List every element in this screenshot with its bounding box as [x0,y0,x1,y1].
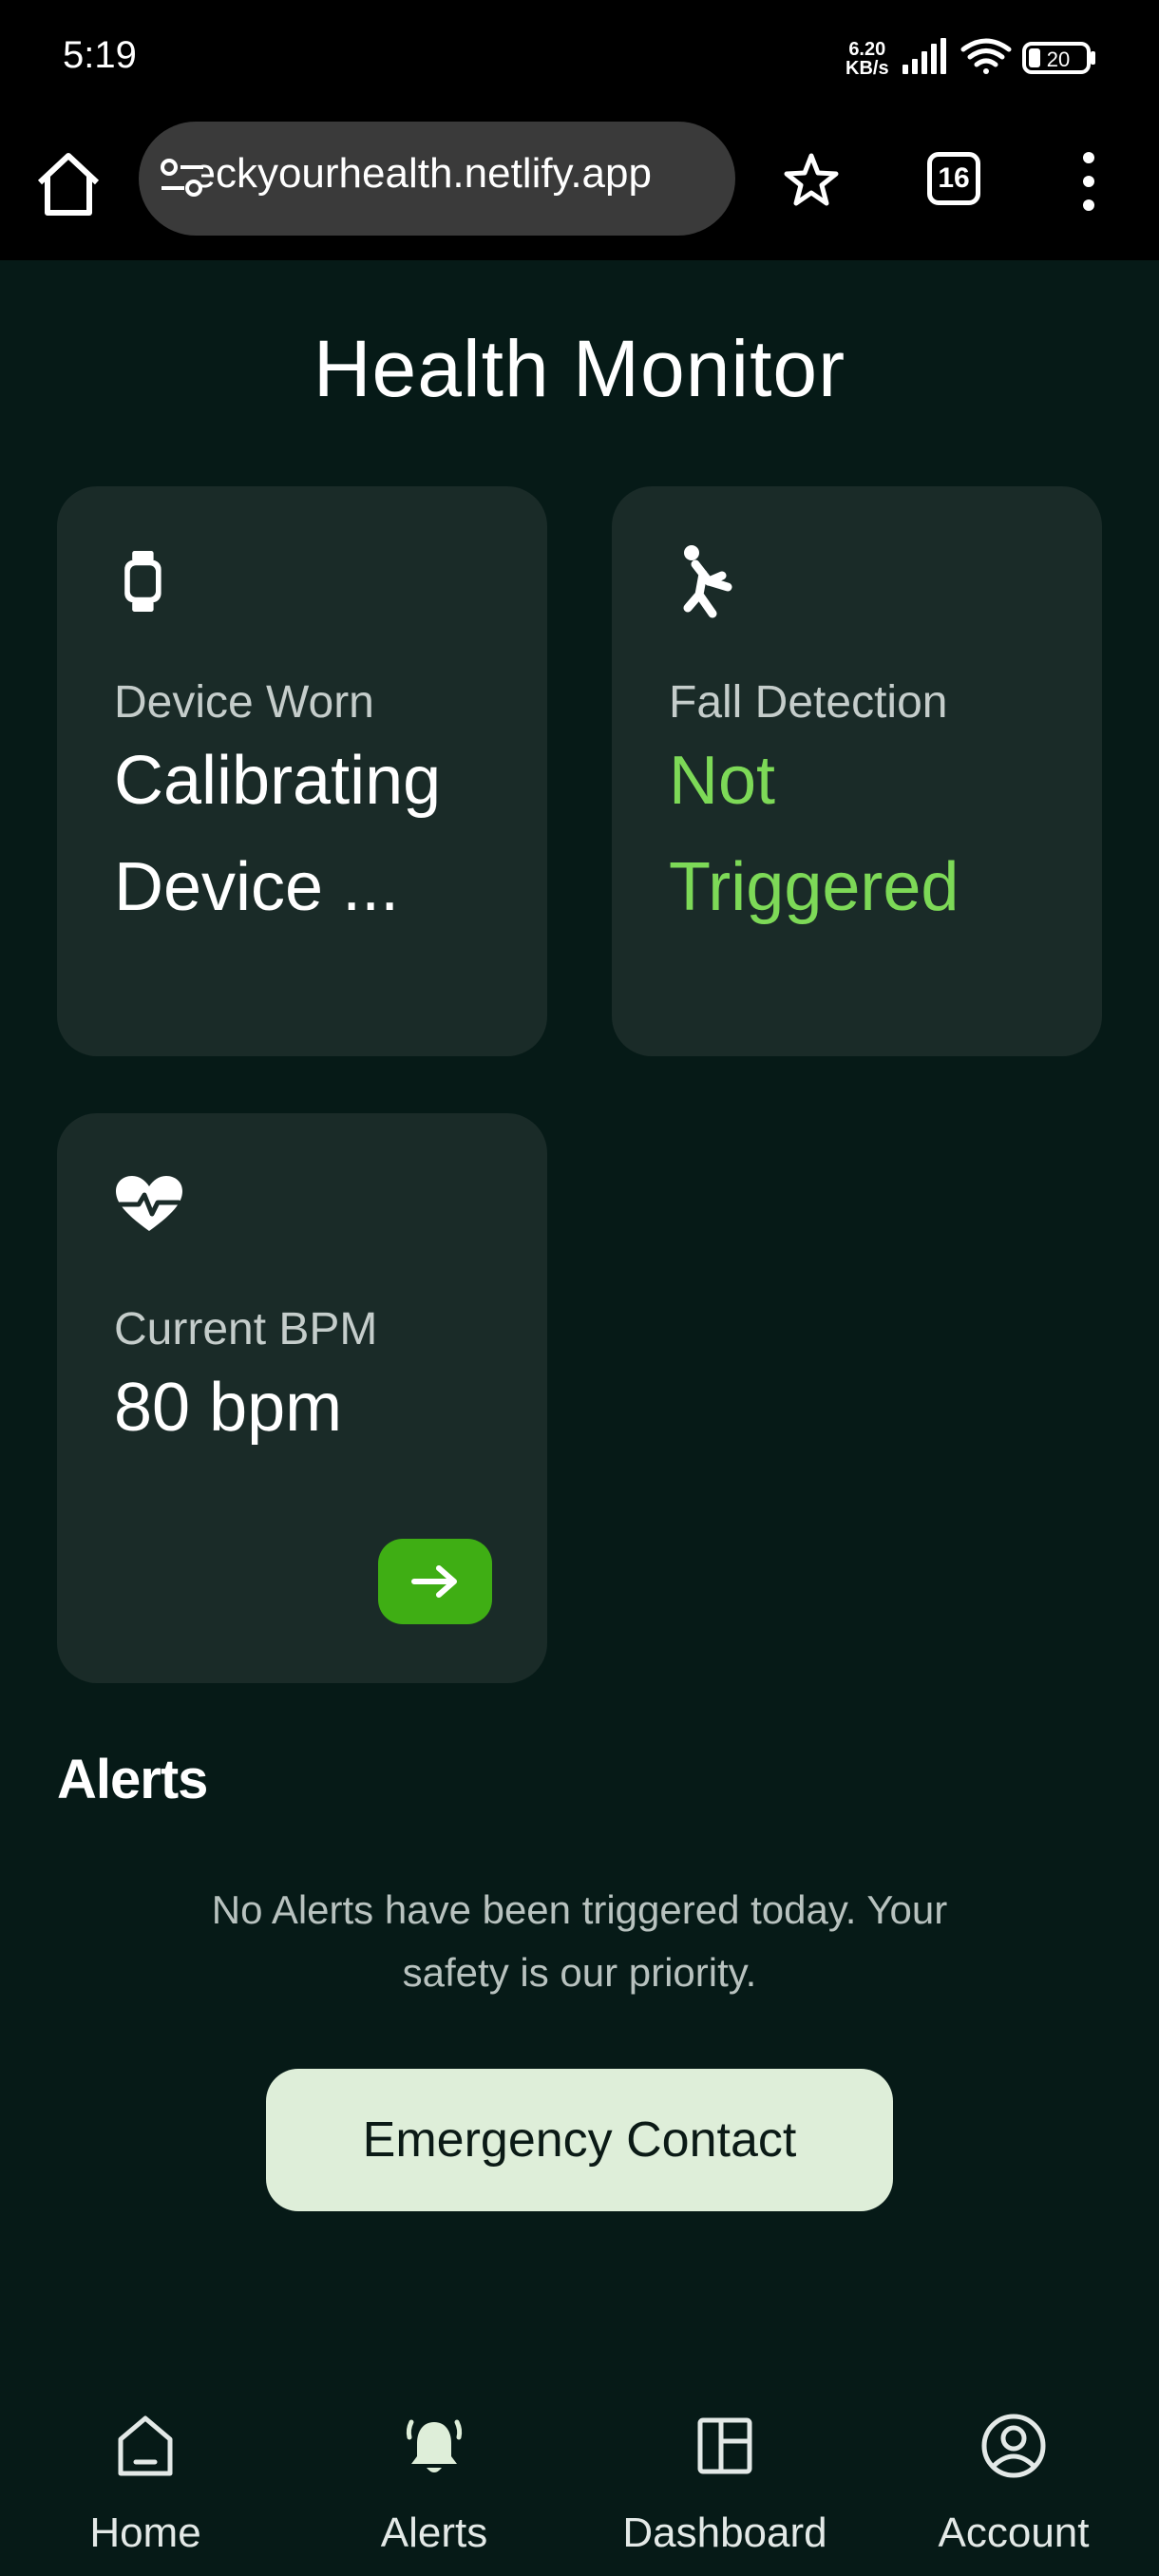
status-icons: 20 [901,36,1119,85]
wifi-icon [960,38,1012,74]
nav-item-dashboard[interactable]: Dashboard [606,2403,844,2576]
fall-detection-label: Fall Detection [669,677,948,728]
nav-label-alerts: Alerts [380,2510,488,2556]
url-text: checkyourhealth.netlify.app [201,150,652,197]
current-bpm-card: Current BPM 80 bpm [57,1113,547,1683]
fall-detection-value-line2: Triggered [669,849,960,925]
bell-ringing-icon [406,2419,463,2472]
bottom-nav: Home Alerts Dashboard Account [0,2403,1159,2576]
arrow-right-icon [411,1565,457,1598]
nav-label-home: Home [89,2510,201,2556]
watch-icon [124,551,162,612]
alerts-message-line1: No Alerts have been triggered today. You… [211,1887,948,1932]
network-speed-value: 6.20 [848,39,886,60]
tab-switcher-button[interactable]: 16 [927,152,980,205]
heart-pulse-icon [116,1176,182,1231]
falling-person-icon [683,545,732,618]
alerts-heading: Alerts [57,1749,208,1810]
url-bar[interactable]: checkyourhealth.netlify.app [139,122,735,236]
page-title: Health Monitor [313,324,846,413]
nav-item-alerts[interactable]: Alerts [315,2403,553,2576]
more-vertical-icon [1083,152,1094,211]
signal-icon [902,38,946,74]
network-speed-unit: KB/s [846,58,889,79]
fall-detection-card: Fall Detection Not Triggered [612,486,1102,1056]
device-worn-label: Device Worn [114,677,374,728]
network-speed: 6.20 KB/s [846,40,889,78]
device-worn-value-line2: Device ... [114,849,400,925]
nav-item-account[interactable]: Account [895,2403,1132,2576]
nav-label-account: Account [938,2510,1090,2556]
device-worn-card: Device Worn Calibrating Device ... [57,486,547,1056]
site-settings-icon [161,159,203,197]
status-bar: 5:19 6.20 KB/s 20 [0,0,1159,122]
alerts-message-line2: safety is our priority. [402,1950,757,1995]
bookmark-button[interactable] [781,150,842,211]
current-bpm-label: Current BPM [114,1304,378,1354]
bpm-details-button[interactable] [378,1539,492,1624]
device-worn-value-line1: Calibrating [114,743,442,819]
fall-detection-value-line1: Not [669,743,776,819]
dashboard-icon [697,2417,752,2474]
current-bpm-value: 80 bpm [114,1370,343,1446]
home-icon [37,153,100,216]
emergency-contact-button[interactable]: Emergency Contact [266,2069,893,2211]
browser-toolbar: checkyourhealth.netlify.app 16 [0,122,1159,260]
battery-level: 20 [1047,47,1070,71]
nav-item-home[interactable]: Home [27,2403,264,2576]
account-circle-icon [981,2414,1046,2478]
alerts-message: No Alerts have been triggered today. You… [0,1879,1159,2004]
browser-menu-button[interactable] [1074,148,1104,215]
star-icon [784,153,839,206]
browser-home-button[interactable] [32,148,104,220]
nav-label-dashboard: Dashboard [622,2510,827,2556]
home-icon [118,2415,173,2476]
status-time: 5:19 [63,34,137,76]
